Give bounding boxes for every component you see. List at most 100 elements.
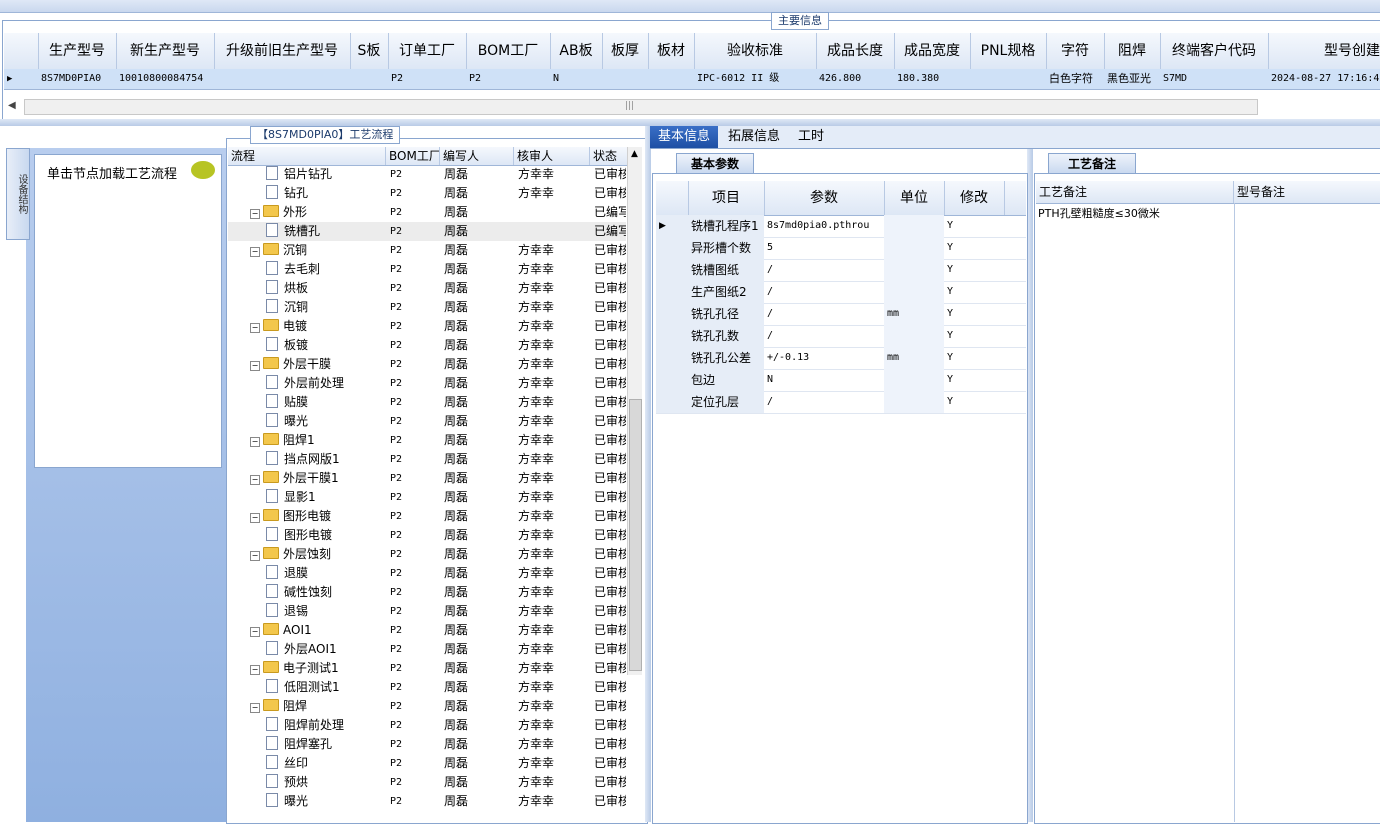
- param-row[interactable]: ▶ 铣槽孔程序1 8s7md0pia0.pthrou Y: [656, 215, 1026, 238]
- param-row[interactable]: 定位孔层 / Y: [656, 391, 1026, 414]
- param-row[interactable]: 生产图纸2/ Y: [656, 281, 1026, 304]
- col-ab-board[interactable]: AB板: [550, 33, 603, 69]
- col-bom-factory[interactable]: BOM工厂: [466, 33, 551, 69]
- tree-row[interactable]: − 图形电镀 P2 周磊 方幸幸 已审核: [228, 507, 626, 526]
- main-grid-hscrollbar[interactable]: |||: [24, 99, 1258, 115]
- tree-col-writer[interactable]: 编写人: [440, 147, 514, 165]
- tree-row[interactable]: 铣槽孔 P2 周磊 已编写: [228, 222, 626, 241]
- tree-node[interactable]: − 阻焊1: [250, 431, 386, 450]
- collapse-icon[interactable]: −: [250, 551, 260, 561]
- tree-row[interactable]: 预烘 P2 周磊 方幸幸 已审核: [228, 773, 626, 792]
- main-grid-row[interactable]: ▶ 8S7MD0PIA0 10010800084754 P2 P2 N IPC-…: [4, 69, 1380, 90]
- tree-row[interactable]: 丝印 P2 周磊 方幸幸 已审核: [228, 754, 626, 773]
- col-finished-width[interactable]: 成品宽度: [894, 33, 971, 69]
- param-cell-modify[interactable]: Y: [944, 215, 1004, 237]
- param-col-modify[interactable]: 修改: [944, 181, 1005, 215]
- cell-new-production-model[interactable]: 10010800084754: [116, 69, 214, 89]
- param-cell-modify[interactable]: Y: [944, 303, 1004, 325]
- scroll-up-icon[interactable]: ▲: [631, 149, 638, 159]
- tree-node[interactable]: − AOI1: [250, 621, 386, 640]
- col-finished-length[interactable]: 成品长度: [816, 33, 895, 69]
- param-cell-value[interactable]: /: [764, 259, 884, 281]
- tree-node[interactable]: 显影1: [266, 488, 386, 507]
- tree-node[interactable]: 去毛刺: [266, 260, 386, 279]
- collapse-icon[interactable]: −: [250, 209, 260, 219]
- collapse-icon[interactable]: −: [250, 247, 260, 257]
- tree-node[interactable]: 挡点网版1: [266, 450, 386, 469]
- tree-row[interactable]: 图形电镀 P2 周磊 方幸幸 已审核: [228, 526, 626, 545]
- param-col-item[interactable]: 项目: [688, 181, 765, 215]
- tree-row[interactable]: 烘板 P2 周磊 方幸幸 已审核: [228, 279, 626, 298]
- notes-col-process[interactable]: 工艺备注: [1036, 181, 1234, 203]
- cell-material[interactable]: [648, 69, 694, 89]
- tree-row[interactable]: − 外层干膜 P2 周磊 方幸幸 已审核: [228, 355, 626, 374]
- col-end-customer-code[interactable]: 终端客户代码: [1160, 33, 1269, 69]
- tree-node[interactable]: − 图形电镀: [250, 507, 386, 526]
- tree-row[interactable]: − 阻焊1 P2 周磊 方幸幸 已审核: [228, 431, 626, 450]
- param-cell-unit[interactable]: mm: [884, 303, 944, 325]
- notes-tab[interactable]: 工艺备注: [1048, 153, 1136, 174]
- param-row[interactable]: 异形槽个数 5 Y: [656, 237, 1026, 260]
- col-old-production-model[interactable]: 升级前旧生产型号: [214, 33, 351, 69]
- param-cell-modify[interactable]: Y: [944, 347, 1004, 369]
- cell-ab-board[interactable]: N: [550, 69, 602, 89]
- tree-row[interactable]: 曝光 P2 周磊 方幸幸 已审核: [228, 792, 626, 811]
- cell-thickness[interactable]: [602, 69, 648, 89]
- param-cell-value[interactable]: N: [764, 369, 884, 391]
- param-cell-modify[interactable]: Y: [944, 237, 1004, 259]
- cell-silkscreen[interactable]: 白色字符: [1046, 69, 1104, 89]
- tree-col-reviewer[interactable]: 核审人: [514, 147, 590, 165]
- tree-node[interactable]: 预烘: [266, 773, 386, 792]
- cell-production-model[interactable]: 8S7MD0PIA0: [38, 69, 116, 89]
- param-cell-value[interactable]: /: [764, 281, 884, 303]
- tree-node[interactable]: − 电镀: [250, 317, 386, 336]
- tree-row[interactable]: − 阻焊 P2 周磊 方幸幸 已审核: [228, 697, 626, 716]
- collapse-icon[interactable]: −: [250, 323, 260, 333]
- tree-node[interactable]: 外层AOI1: [266, 640, 386, 659]
- cell-s-board[interactable]: [350, 69, 388, 89]
- tree-row[interactable]: 曝光 P2 周磊 方幸幸 已审核: [228, 412, 626, 431]
- param-cell-value[interactable]: +/-0.13: [764, 347, 884, 369]
- tree-node[interactable]: − 沉铜: [250, 241, 386, 260]
- cell-solder-mask[interactable]: 黑色亚光: [1104, 69, 1160, 89]
- col-thickness[interactable]: 板厚: [602, 33, 649, 69]
- row-selector[interactable]: [656, 259, 688, 281]
- cell-pnl-spec[interactable]: [970, 69, 1046, 89]
- cell-bom-factory[interactable]: P2: [466, 69, 550, 89]
- tree-col-status[interactable]: 状态: [590, 147, 630, 165]
- param-cell-modify[interactable]: Y: [944, 325, 1004, 347]
- param-row[interactable]: 铣孔孔径 / mm Y: [656, 303, 1026, 326]
- tree-row[interactable]: − 电子测试1 P2 周磊 方幸幸 已审核: [228, 659, 626, 678]
- param-row[interactable]: 铣槽图纸 / Y: [656, 259, 1026, 282]
- scroll-left-icon[interactable]: ◀: [8, 100, 16, 111]
- collapse-icon[interactable]: −: [250, 627, 260, 637]
- tree-node[interactable]: 退锡: [266, 602, 386, 621]
- tree-node[interactable]: − 外形: [250, 203, 386, 222]
- notes-col-model[interactable]: 型号备注: [1234, 181, 1380, 203]
- tree-node[interactable]: 烘板: [266, 279, 386, 298]
- tree-row[interactable]: 铝片钻孔 P2 周磊 方幸幸 已审核: [228, 165, 626, 184]
- vertical-splitter-1[interactable]: [645, 126, 651, 822]
- tree-node[interactable]: − 阻焊: [250, 697, 386, 716]
- tree-row[interactable]: 退膜 P2 周磊 方幸幸 已审核: [228, 564, 626, 583]
- param-cell-unit[interactable]: [884, 215, 944, 237]
- row-selector[interactable]: [656, 391, 688, 413]
- tree-node[interactable]: 阻焊塞孔: [266, 735, 386, 754]
- tree-row[interactable]: 碱性蚀刻 P2 周磊 方幸幸 已审核: [228, 583, 626, 602]
- tree-row[interactable]: 板镀 P2 周磊 方幸幸 已审核: [228, 336, 626, 355]
- param-row[interactable]: 包边 N Y: [656, 369, 1026, 392]
- col-solder-mask[interactable]: 阻焊: [1104, 33, 1161, 69]
- row-selector[interactable]: [656, 369, 688, 391]
- row-selector[interactable]: [656, 281, 688, 303]
- tree-row[interactable]: 显影1 P2 周磊 方幸幸 已审核: [228, 488, 626, 507]
- cell-model-created[interactable]: 2024-08-27 17:16:45: [1268, 69, 1380, 89]
- col-order-factory[interactable]: 订单工厂: [388, 33, 467, 69]
- tree-node[interactable]: 铝片钻孔: [266, 165, 386, 184]
- row-selector[interactable]: [656, 237, 688, 259]
- tree-col-flow[interactable]: 流程: [228, 147, 386, 165]
- param-cell-value[interactable]: 8s7md0pia0.pthrou: [764, 215, 884, 237]
- tree-node[interactable]: 丝印: [266, 754, 386, 773]
- tree-node[interactable]: − 外层干膜: [250, 355, 386, 374]
- tree-row[interactable]: 挡点网版1 P2 周磊 方幸幸 已审核: [228, 450, 626, 469]
- cell-old-production-model[interactable]: [214, 69, 350, 89]
